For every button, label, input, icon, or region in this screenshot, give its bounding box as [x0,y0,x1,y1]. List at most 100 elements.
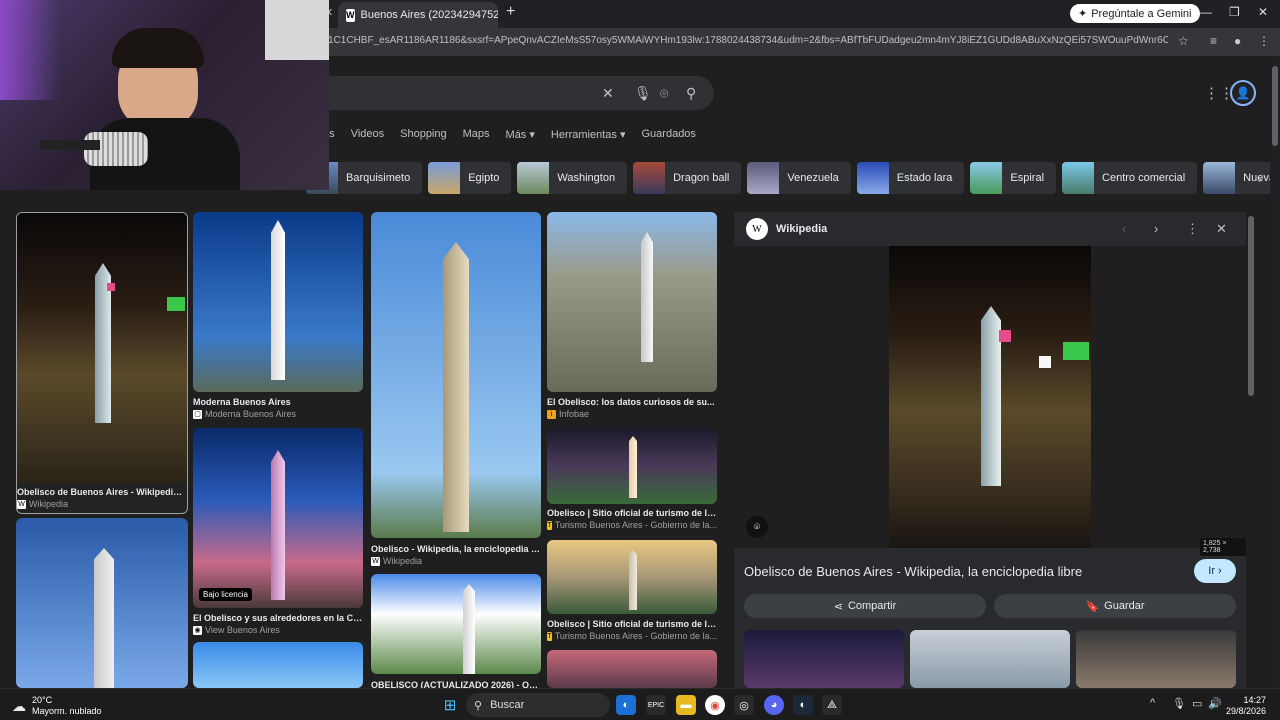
result-card-selected[interactable]: Obelisco de Buenos Aires - Wikipedia, la… [16,212,188,514]
chip-estado-lara[interactable]: Estado lara [856,162,965,194]
profile-avatar-small[interactable]: ● [1234,34,1241,48]
gemini-button[interactable]: ✦ Pregúntale a Gemini [1070,4,1200,23]
windows-start-icon[interactable]: ⊞ [440,695,460,715]
obs-icon[interactable]: ◎ [734,695,754,715]
billboard [107,283,115,291]
chip-venezuela[interactable]: Venezuela [747,162,851,194]
volume-icon[interactable]: 🔊 [1208,697,1222,710]
restore-icon[interactable]: ❐ [1229,5,1240,19]
result-card[interactable]: Bajo licencia [193,428,363,608]
app-icon[interactable]: ⟁ [822,695,842,715]
url-field[interactable]: 1C1CHBF_esAR1186AR1186&sxsrf=APpeQnvACZI… [328,35,1168,46]
chip-nueva-york[interactable]: Nueva york [1203,162,1280,194]
result-source: W Wikipedia [17,499,69,509]
infobae-icon: i [547,409,556,419]
chevron-right-icon[interactable]: › [1154,221,1158,236]
wikipedia-favicon-icon: W [346,8,355,22]
new-tab-button[interactable]: + [506,3,515,21]
result-source: ▢ Moderna Buenos Aires [193,409,297,419]
chevron-left-icon[interactable]: ‹ [1122,221,1126,236]
billboard [999,330,1011,342]
result-card[interactable] [371,574,541,674]
steam-icon[interactable]: ◐ [793,695,813,715]
tab-maps[interactable]: Maps [463,128,490,141]
save-button[interactable]: 🔖 Guardar [994,594,1236,618]
related-image[interactable] [1076,630,1236,688]
taskbar-search-label: Buscar [490,699,525,711]
chip-label: Dragon ball [673,172,730,184]
tab-saved[interactable]: Guardados [642,128,696,141]
search-icon[interactable]: ⚲ [686,85,696,102]
result-source: ◉ View Buenos Aires [193,625,280,635]
clock[interactable]: 14:27 29/8/2026 [1226,695,1266,717]
result-card[interactable] [193,212,363,392]
search-tabs: tas Videos Shopping Maps Más ▾ Herramien… [320,128,696,141]
file-explorer-icon[interactable]: ▬ [676,695,696,715]
steam-icon[interactable]: ◐ [616,695,636,715]
close-icon[interactable]: ✕ [1216,221,1227,237]
result-card[interactable] [547,540,717,614]
panel-title[interactable]: Obelisco de Buenos Aires - Wikipedia, la… [744,564,1082,579]
avatar[interactable]: 👤 [1230,80,1256,106]
related-image[interactable] [744,630,904,688]
chip-thumb [517,162,550,194]
result-card[interactable] [371,212,541,538]
image-dimensions: 1,825 × 2,738 [1200,538,1246,556]
taskbar-search[interactable]: ⚲ Buscar [466,693,610,717]
chip-espiral[interactable]: Espiral [970,162,1057,194]
result-card[interactable] [16,518,188,688]
wikipedia-icon: W [17,499,26,509]
lens-search-icon[interactable]: ⌾ [746,516,768,538]
chrome-icon[interactable]: ◉ [705,695,725,715]
panel-scrollbar[interactable] [1248,216,1254,396]
related-image[interactable] [910,630,1070,688]
tab-shopping[interactable]: Shopping [400,128,447,141]
wall-shelf [265,0,329,60]
temperature: 20°C [32,695,53,705]
result-card[interactable] [547,428,717,504]
more-options-icon[interactable]: ⋮ [1186,221,1199,237]
tab-active[interactable]: W Buenos Aires (20234294752) - [338,2,498,28]
menu-kebab-icon[interactable]: ⋮ [1258,34,1270,48]
clear-search-icon[interactable]: ✕ [602,85,614,102]
result-card[interactable] [547,212,717,392]
search-input[interactable]: ✕ 🎙 ⌾ ⚲ [300,76,714,110]
tab-more[interactable]: Más ▾ [506,128,535,141]
webcam-overlay [0,0,329,190]
share-button[interactable]: ⋖ Compartir [744,594,986,618]
page-scrollbar[interactable] [1270,56,1280,688]
result-card[interactable] [547,650,717,688]
go-label: Ir [1208,565,1216,577]
epic-games-icon[interactable]: EPIC [646,695,666,715]
chip-dragon-ball[interactable]: Dragon ball [633,162,742,194]
mic-icon[interactable]: 🎙 [634,85,652,102]
preview-image[interactable] [889,246,1091,548]
discord-icon[interactable]: ◕ [764,695,784,715]
lens-camera-icon[interactable]: ⌾ [660,85,668,102]
panel-source[interactable]: Wikipedia [776,223,827,235]
bookmark-icon: 🔖 [1085,600,1100,613]
tab-tools[interactable]: Herramientas ▾ [551,128,626,141]
mic-icon[interactable]: 🎙 [1172,697,1186,710]
chip-washington[interactable]: Washington [517,162,628,194]
weather-widget[interactable]: ☁ 20°C Mayorm. nublado [12,695,102,717]
chip-thumb [856,162,889,194]
media-controls-icon[interactable]: ≡ [1210,34,1217,48]
chip-egipto[interactable]: Egipto [428,162,512,194]
chip-label: Barquisimeto [346,172,411,184]
bookmark-star-icon[interactable]: ☆ [1178,34,1189,48]
close-window-icon[interactable]: ✕ [1258,5,1268,19]
chip-centro-comercial[interactable]: Centro comercial [1062,162,1198,194]
chevron-right-icon[interactable]: › [1258,172,1262,186]
go-button[interactable]: Ir › [1194,559,1236,583]
chip-thumb [747,162,780,194]
tab-videos[interactable]: Videos [351,128,384,141]
site-icon: ▢ [193,409,202,419]
license-badge[interactable]: Bajo licencia [199,588,252,601]
scroll-thumb[interactable] [1272,66,1278,146]
chevron-up-icon[interactable]: ^ [1150,697,1155,709]
minimize-icon[interactable]: — [1200,5,1212,19]
display-icon[interactable]: ▭ [1192,697,1202,710]
result-card[interactable] [193,642,363,688]
weather-condition: Mayorm. nublado [32,706,102,716]
